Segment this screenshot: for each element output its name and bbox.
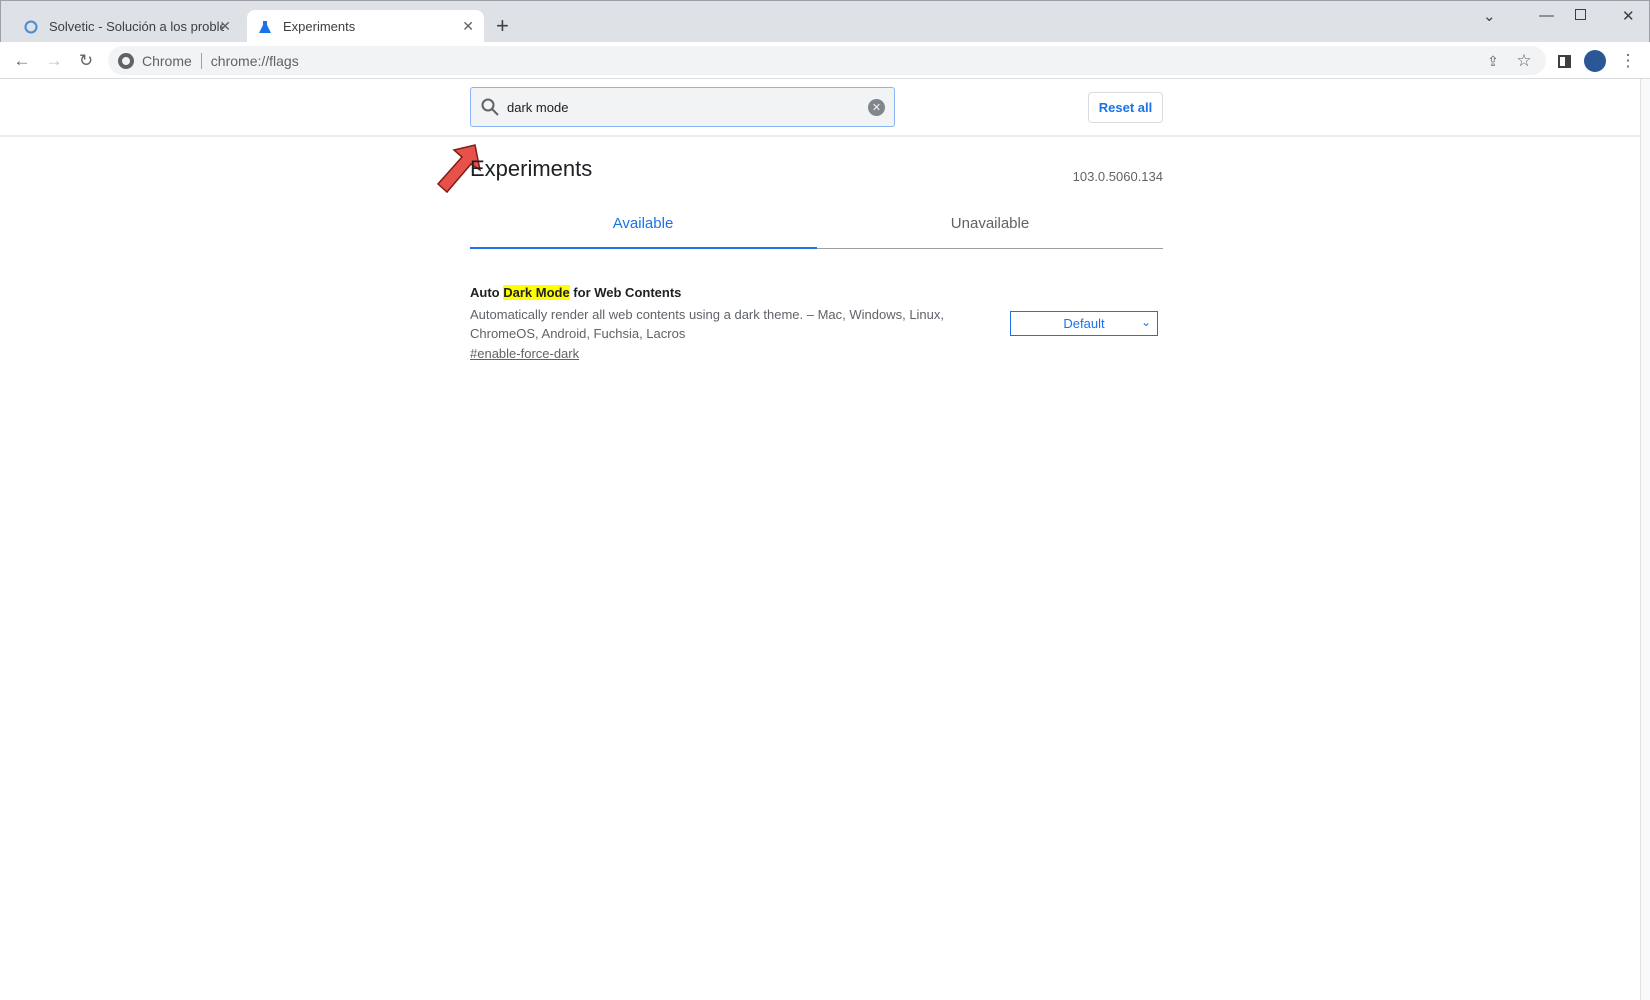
active-tab-indicator <box>470 247 817 249</box>
toolbar: ← → ↻ Chrome chrome://flags ⇪ ☆ ⋮ <box>0 42 1650 79</box>
profile-avatar[interactable] <box>1584 50 1606 72</box>
flag-title-pre: Auto <box>470 285 504 300</box>
forward-icon[interactable]: → <box>43 50 65 72</box>
menu-icon[interactable]: ⋮ <box>1617 50 1639 72</box>
tab-unavailable[interactable]: Unavailable <box>817 215 1163 232</box>
tab-search-chevron-icon[interactable]: ⌄ <box>1483 7 1496 25</box>
reset-all-button[interactable]: Reset all <box>1088 92 1163 123</box>
tab-title: Solvetic - Solución a los problem <box>49 19 224 34</box>
chevron-down-icon: ⌄ <box>1140 315 1151 329</box>
close-window-icon[interactable]: ✕ <box>1622 7 1635 25</box>
search-icon <box>481 98 499 116</box>
flag-description: Automatically render all web contents us… <box>470 307 945 341</box>
tab-strip: Solvetic - Solución a los problem ✕ Expe… <box>0 0 1650 43</box>
close-tab-icon[interactable]: ✕ <box>219 18 231 35</box>
tab-title: Experiments <box>283 19 356 34</box>
tab-solvetic[interactable]: Solvetic - Solución a los problem ✕ <box>13 10 241 43</box>
address-bar[interactable]: Chrome chrome://flags <box>108 46 1546 75</box>
tab-experiments[interactable]: Experiments ✕ <box>247 10 484 43</box>
side-panel-icon[interactable] <box>1553 50 1575 72</box>
bookmark-star-icon[interactable]: ☆ <box>1513 50 1535 72</box>
page-title: Experiments <box>470 156 593 181</box>
back-icon[interactable]: ← <box>11 50 33 72</box>
new-tab-icon[interactable]: + <box>496 13 509 39</box>
reload-icon[interactable]: ↻ <box>75 50 97 72</box>
scrollbar[interactable] <box>1640 79 1650 1000</box>
search-value: dark mode <box>507 99 569 115</box>
solvetic-favicon-icon <box>23 19 39 35</box>
maximize-icon[interactable] <box>1575 9 1586 20</box>
divider <box>200 52 202 69</box>
share-icon[interactable]: ⇪ <box>1482 50 1504 72</box>
url-text[interactable]: chrome://flags <box>211 53 299 69</box>
clear-search-icon[interactable]: ✕ <box>868 98 885 116</box>
close-tab-icon[interactable]: ✕ <box>462 18 474 35</box>
selected-value: Default <box>1063 316 1105 331</box>
flask-icon <box>257 19 273 35</box>
flag-anchor-link[interactable]: #enable-force-dark <box>470 346 579 361</box>
flag-title-post: for Web Contents <box>569 285 682 300</box>
flag-state-select[interactable]: Default ⌄ <box>1010 311 1158 336</box>
flag-title-highlight: Dark Mode <box>503 285 570 300</box>
chrome-icon <box>118 52 134 69</box>
tab-available[interactable]: Available <box>470 215 816 232</box>
flag-title: Auto Dark Mode for Web Contents <box>470 285 681 300</box>
version-number: 103.0.5060.134 <box>1072 169 1163 184</box>
minimize-icon[interactable]: — <box>1539 7 1554 24</box>
site-label: Chrome <box>142 52 192 69</box>
search-input[interactable]: dark mode ✕ <box>470 87 895 127</box>
